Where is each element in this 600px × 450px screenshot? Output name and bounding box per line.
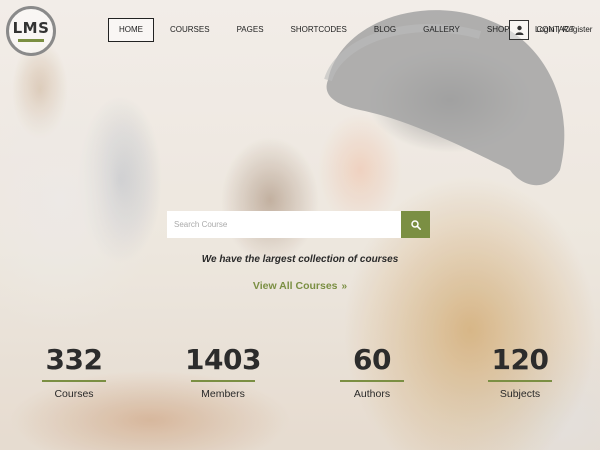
stat-value: 332 [45,343,103,376]
stat-label: Courses [54,388,94,400]
stat-courses: 332 Courses [29,344,119,400]
stat-label: Members [201,388,245,400]
nav-item-gallery[interactable]: GALLERY [412,18,471,42]
stat-members: 1403 Members [178,343,268,401]
nav-item-pages[interactable]: PAGES [226,18,275,42]
search-input[interactable] [167,211,401,238]
search-icon [410,219,421,230]
logo-text: LMS [12,18,50,37]
stat-value: 1403 [185,343,261,376]
double-chevron-right-icon: » [341,281,348,292]
nav-item-home[interactable]: HOME [108,18,154,42]
stat-underline [42,380,106,382]
hero-tagline: We have the largest collection of course… [201,254,399,265]
stat-label: Authors [353,388,391,400]
nav-item-courses[interactable]: COURSES [159,18,221,42]
user-account-button[interactable] [509,20,529,40]
login-link[interactable]: Login [535,25,555,34]
site-logo[interactable]: LMS [6,6,56,56]
view-all-label: View All Courses [252,280,338,292]
stat-value: 60 [353,343,391,376]
stat-underline [191,380,255,382]
stat-subjects: 120 Subjects [475,344,565,400]
logo-underline [18,38,44,42]
stat-label: Subjects [499,388,541,400]
stat-underline [488,380,552,382]
stat-underline [340,380,404,382]
course-search [167,211,430,238]
register-link[interactable]: Register [563,25,593,34]
search-button[interactable] [401,211,430,238]
user-icon [515,25,523,35]
view-all-courses-link[interactable]: View All Courses» [0,280,600,292]
nav-item-shortcodes[interactable]: SHORTCODES [280,18,358,42]
stat-authors: 60 Authors [327,344,417,400]
nav-item-blog[interactable]: BLOG [363,18,407,42]
auth-links: Login | Register [535,25,592,34]
auth-separator: | [557,25,560,34]
stat-value: 120 [491,343,549,376]
